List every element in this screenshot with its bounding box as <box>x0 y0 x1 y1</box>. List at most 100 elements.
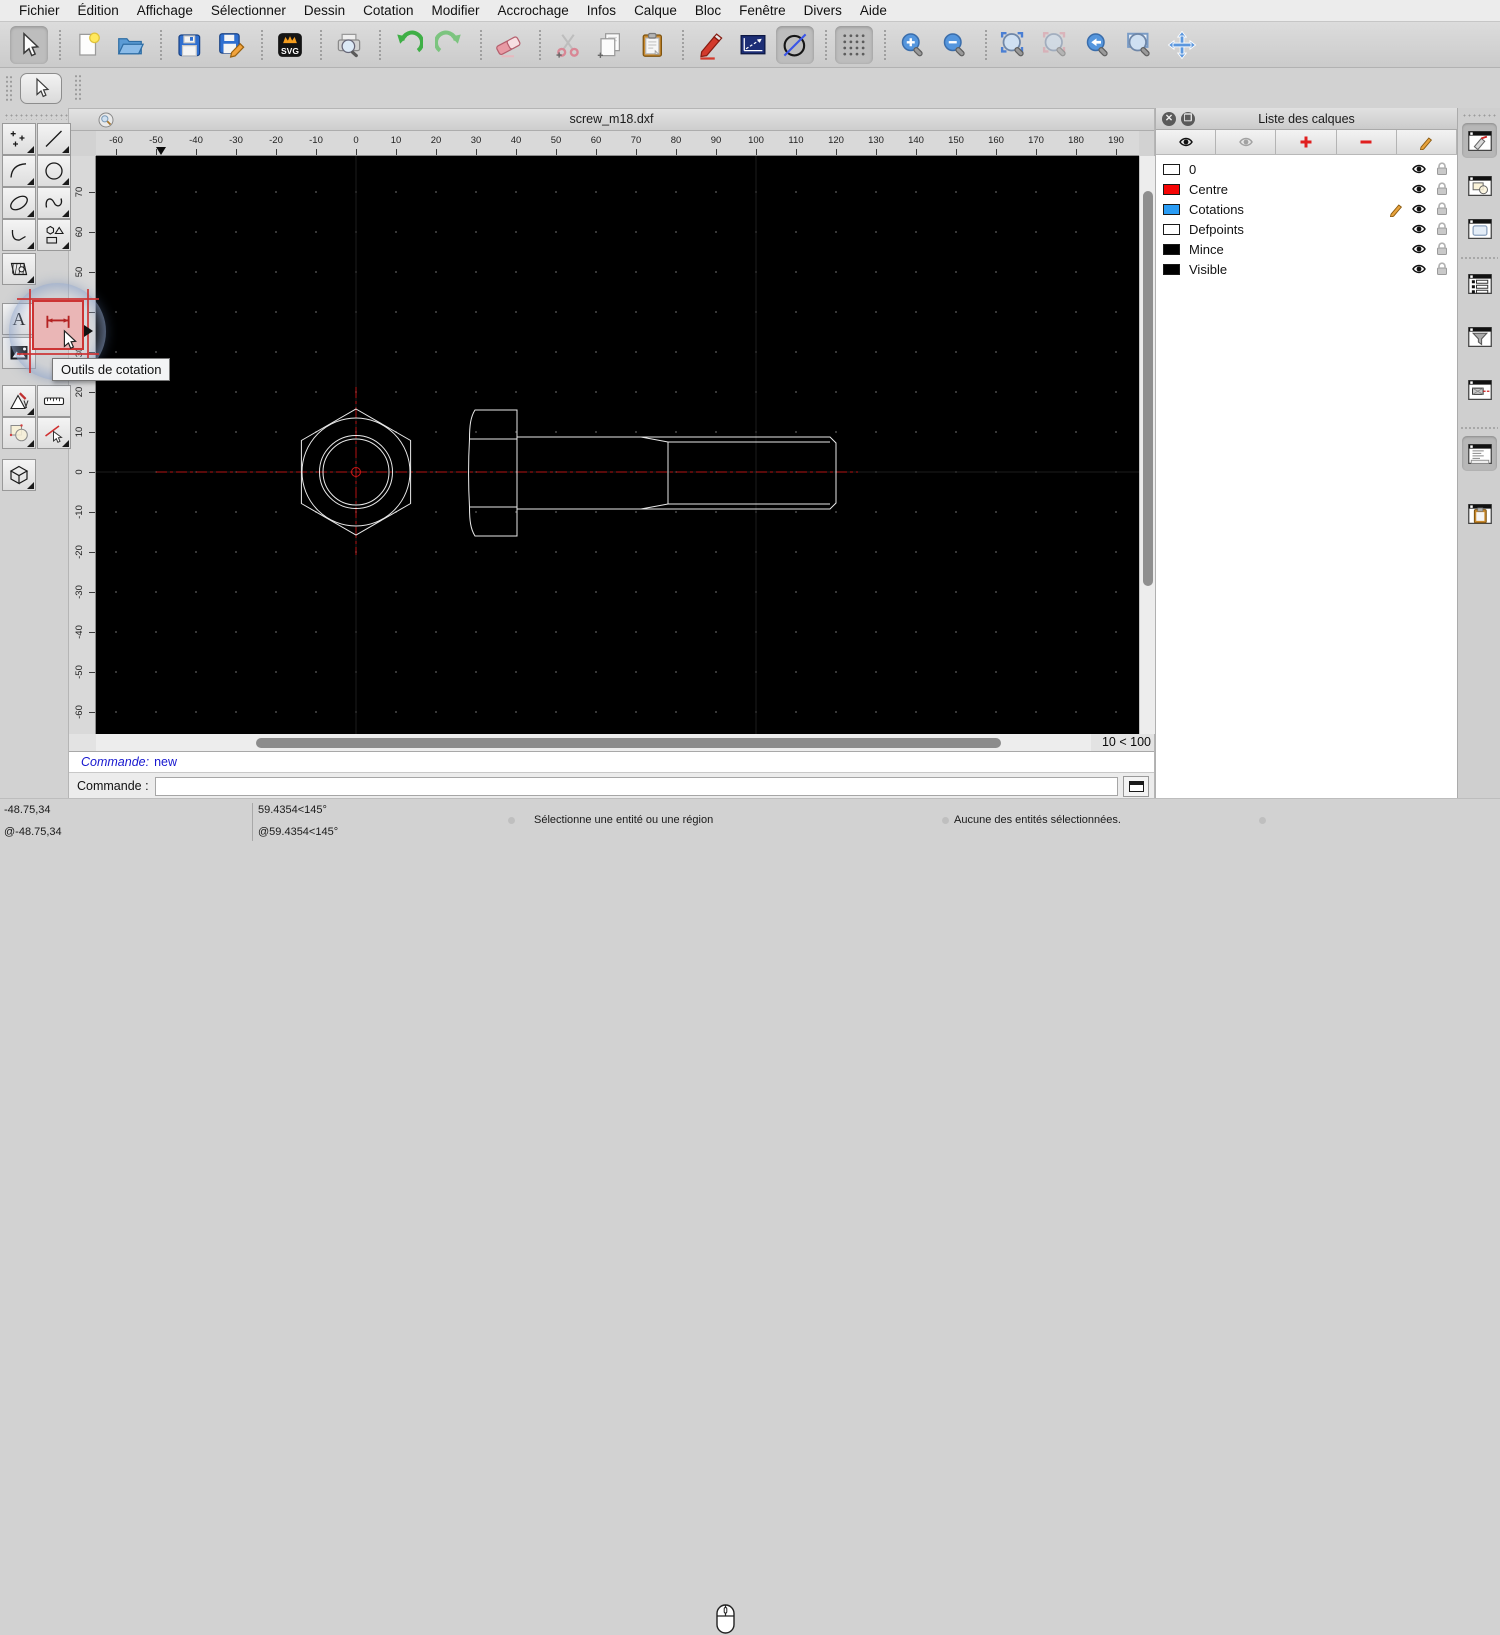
draw-polygon-button[interactable] <box>37 219 71 251</box>
show-all-layers-button[interactable] <box>1156 130 1217 154</box>
layer-row-0[interactable]: 0 <box>1156 159 1457 179</box>
menu-divers[interactable]: Divers <box>795 3 851 18</box>
draw-ellipse-button[interactable] <box>2 187 36 219</box>
layer-lock-icon[interactable] <box>1434 161 1450 177</box>
layer-lock-icon[interactable] <box>1434 181 1450 197</box>
dock-drag-handle[interactable] <box>1462 113 1496 119</box>
delete-entities-button[interactable] <box>490 26 528 64</box>
toolbar-drag-handle[interactable] <box>5 75 13 101</box>
zoom-window-button[interactable] <box>1121 26 1159 64</box>
entity-widget-button[interactable] <box>1462 372 1497 407</box>
menu-fichier[interactable]: Fichier <box>10 3 69 18</box>
menu-calque[interactable]: Calque <box>625 3 686 18</box>
palette-drag-handle[interactable] <box>4 113 68 120</box>
layer-visibility-icon[interactable] <box>1411 161 1427 177</box>
save-document-button[interactable] <box>170 26 208 64</box>
close-icon[interactable]: ✕ <box>1162 112 1176 126</box>
pan-view-button[interactable] <box>1163 26 1201 64</box>
grid-toggle-button[interactable] <box>835 25 873 64</box>
zoom-previous-button[interactable] <box>1079 26 1117 64</box>
layer-row-cotations[interactable]: Cotations <box>1156 199 1457 219</box>
vertical-scrollbar-thumb[interactable] <box>1143 191 1153 586</box>
dimension-style-button[interactable] <box>734 26 772 64</box>
draw-hatch-button[interactable] <box>2 253 36 285</box>
layer-color-swatch[interactable] <box>1163 203 1180 215</box>
draw-points-button[interactable] <box>2 123 36 155</box>
layer-row-visible[interactable]: Visible <box>1156 259 1457 279</box>
layer-list-widget-button[interactable] <box>1462 266 1497 301</box>
menu-edition[interactable]: Édition <box>69 3 128 18</box>
hide-all-layers-button[interactable] <box>1216 130 1277 154</box>
menu-bloc[interactable]: Bloc <box>686 3 730 18</box>
menu-infos[interactable]: Infos <box>578 3 625 18</box>
library-browser-widget-button[interactable] <box>1462 211 1497 246</box>
layer-row-mince[interactable]: Mince <box>1156 239 1457 259</box>
pen-toolbar-widget-button[interactable] <box>1462 123 1497 158</box>
save-document-as-button[interactable] <box>212 26 250 64</box>
layer-lock-icon[interactable] <box>1434 201 1450 217</box>
layer-color-swatch[interactable] <box>1163 243 1180 255</box>
command-input[interactable] <box>154 776 1118 796</box>
layer-visibility-icon[interactable] <box>1411 241 1427 257</box>
layer-visibility-icon[interactable] <box>1411 221 1427 237</box>
drafting-tools-button[interactable] <box>2 385 36 417</box>
construction-mode-button[interactable] <box>776 25 814 64</box>
select-tool-button[interactable] <box>10 25 48 64</box>
zoom-out-button[interactable] <box>936 26 974 64</box>
menu-fenetre[interactable]: Fenêtre <box>730 3 795 18</box>
paste-button[interactable] <box>633 26 671 64</box>
menu-accrochage[interactable]: Accrochage <box>488 3 577 18</box>
layer-row-centre[interactable]: Centre <box>1156 179 1457 199</box>
horizontal-scrollbar-thumb[interactable] <box>256 737 1001 748</box>
layer-lock-icon[interactable] <box>1434 241 1450 257</box>
export-svg-button[interactable]: SVG <box>271 26 309 64</box>
menu-aide[interactable]: Aide <box>851 3 896 18</box>
layer-visibility-icon[interactable] <box>1411 181 1427 197</box>
layer-lock-icon[interactable] <box>1434 261 1450 277</box>
drawing-canvas[interactable] <box>96 156 1139 734</box>
redo-button[interactable] <box>431 26 469 64</box>
select-entity-tools-button[interactable] <box>37 417 71 449</box>
horizontal-scrollbar[interactable] <box>96 734 1091 751</box>
print-preview-button[interactable] <box>330 26 368 64</box>
copy-button[interactable] <box>591 26 629 64</box>
command-window-toggle-button[interactable] <box>1123 775 1149 797</box>
menu-affichage[interactable]: Affichage <box>128 3 202 18</box>
draw-arc-button[interactable] <box>2 155 36 187</box>
draw-text-button[interactable]: A <box>2 303 36 335</box>
selection-pointer-button[interactable] <box>20 72 62 104</box>
isometric-tools-button[interactable] <box>2 459 36 491</box>
layer-color-swatch[interactable] <box>1163 163 1180 175</box>
new-document-button[interactable] <box>69 26 107 64</box>
measure-tools-button[interactable] <box>37 385 71 417</box>
add-layer-button[interactable] <box>1276 130 1337 154</box>
menu-selectionner[interactable]: Sélectionner <box>202 3 295 18</box>
clipboard-widget-button[interactable] <box>1462 496 1497 531</box>
open-document-button[interactable] <box>111 26 149 64</box>
layer-row-defpoints[interactable]: Defpoints <box>1156 219 1457 239</box>
draw-circle-button[interactable] <box>37 155 71 187</box>
draw-line-button[interactable] <box>37 123 71 155</box>
pen-attributes-button[interactable] <box>692 26 730 64</box>
layer-filter-widget-button[interactable] <box>1462 319 1497 354</box>
layer-color-swatch[interactable] <box>1163 223 1180 235</box>
draw-polyline-button[interactable] <box>2 219 36 251</box>
modify-tools-button[interactable] <box>2 417 36 449</box>
zoom-in-button[interactable] <box>894 26 932 64</box>
layer-lock-icon[interactable] <box>1434 221 1450 237</box>
layer-color-swatch[interactable] <box>1163 183 1180 195</box>
detach-icon[interactable]: ❐ <box>1181 112 1195 126</box>
vertical-scrollbar[interactable] <box>1139 156 1155 734</box>
edit-layer-button[interactable] <box>1396 130 1458 154</box>
block-list-widget-button[interactable] <box>1462 168 1497 203</box>
flyout-arrow-icon[interactable] <box>84 325 93 337</box>
insert-image-button[interactable] <box>2 337 36 369</box>
document-titlebar[interactable]: screw_m18.dxf <box>69 109 1154 131</box>
undo-button[interactable] <box>389 26 427 64</box>
command-line-widget-button[interactable] <box>1462 436 1497 471</box>
layer-visibility-icon[interactable] <box>1411 201 1427 217</box>
menu-cotation[interactable]: Cotation <box>354 3 422 18</box>
menu-dessin[interactable]: Dessin <box>295 3 354 18</box>
zoom-auto-button[interactable] <box>995 26 1033 64</box>
remove-layer-button[interactable] <box>1336 130 1397 154</box>
